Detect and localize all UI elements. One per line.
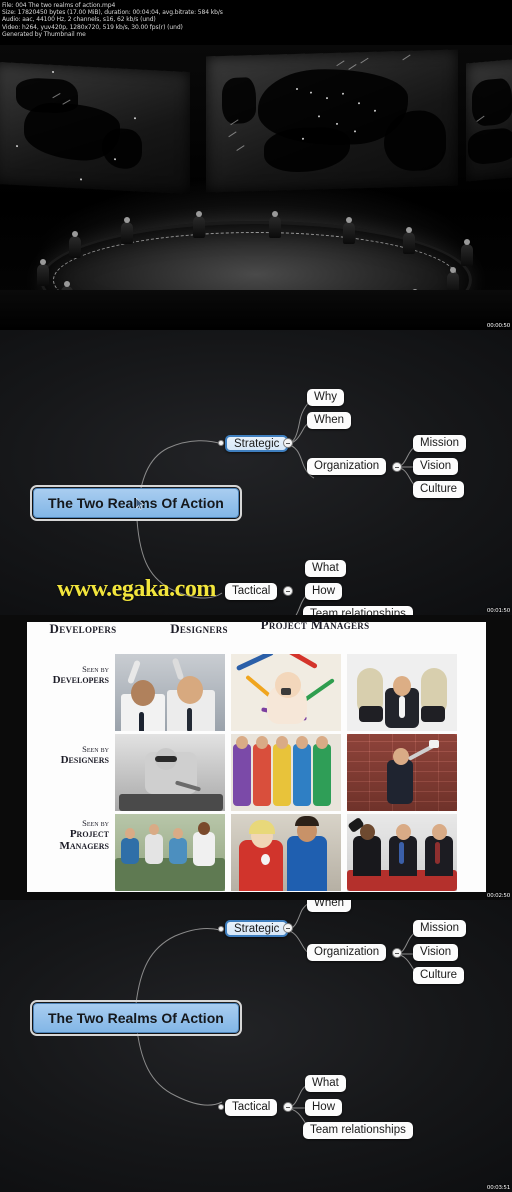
node-tactical[interactable]: Tactical bbox=[225, 583, 278, 600]
node-team-relationships[interactable]: Team relationships bbox=[303, 1122, 413, 1139]
war-room-photo bbox=[0, 45, 512, 330]
meme-cell-r1c1 bbox=[115, 654, 225, 731]
meme-cell-r3c1 bbox=[115, 814, 225, 891]
node-organization[interactable]: Organization bbox=[307, 458, 387, 475]
collapse-toggle-organization[interactable] bbox=[392, 462, 402, 472]
meme-row-header-small-1: Seen by bbox=[82, 664, 109, 674]
meme-row-header-main-2: Designers bbox=[60, 754, 109, 766]
node-mission[interactable]: Mission bbox=[413, 920, 466, 937]
node-vision[interactable]: Vision bbox=[413, 458, 459, 475]
node-strategic[interactable]: Strategic bbox=[225, 435, 289, 452]
collapse-toggle-strategic[interactable] bbox=[283, 438, 293, 448]
meme-cell-r2c3 bbox=[347, 734, 457, 811]
map-screen-right bbox=[466, 58, 512, 182]
node-culture[interactable]: Culture bbox=[413, 481, 465, 498]
node-tactical[interactable]: Tactical bbox=[225, 1099, 278, 1116]
node-how[interactable]: How bbox=[305, 1099, 343, 1116]
metadata-line-video: Video: h264, yuv420p, 1280x720, 519 kb/s… bbox=[2, 23, 183, 31]
war-room-floor bbox=[0, 290, 512, 330]
collapse-toggle-tactical[interactable] bbox=[283, 1102, 293, 1112]
node-what[interactable]: What bbox=[305, 560, 346, 577]
meme-cell-r3c3 bbox=[347, 814, 457, 891]
collapse-toggle-organization[interactable] bbox=[392, 948, 402, 958]
collapse-toggle-strategic[interactable] bbox=[283, 923, 293, 933]
collapse-toggle-tactical[interactable] bbox=[283, 586, 293, 596]
node-culture[interactable]: Culture bbox=[413, 967, 465, 984]
meme-row-header-developers: Seen by Developers bbox=[27, 664, 113, 686]
node-center-the-two-realms-of-action[interactable]: The Two Realms Of Action bbox=[30, 1000, 242, 1036]
node-when[interactable]: When bbox=[307, 412, 352, 429]
node-why[interactable]: Why bbox=[307, 389, 344, 406]
meme-row-header-small-2: Seen by bbox=[82, 744, 109, 754]
meme-row-header-designers: Seen by Designers bbox=[27, 744, 113, 766]
meme-cell-r2c1 bbox=[115, 734, 225, 811]
video-metadata-header: File: 004 The two realms of action.mp4 S… bbox=[0, 0, 512, 45]
meme-cell-r2c2 bbox=[231, 734, 341, 811]
metadata-line-file: File: 004 The two realms of action.mp4 bbox=[2, 2, 116, 9]
node-when[interactable]: When bbox=[307, 900, 352, 912]
meme-comparison-card: Developers Designers Project Managers Se… bbox=[27, 618, 486, 892]
video-frame-3: Developers Designers Project Managers Se… bbox=[0, 615, 512, 900]
node-vision[interactable]: Vision bbox=[413, 944, 459, 961]
node-mission[interactable]: Mission bbox=[413, 435, 466, 452]
meme-cell-r1c2 bbox=[231, 654, 341, 731]
mindmap-canvas[interactable]: When Strategic Organization Mission Visi… bbox=[0, 900, 512, 1192]
video-frame-4: When Strategic Organization Mission Visi… bbox=[0, 900, 512, 1192]
frame-timestamp: 00:03:51 bbox=[486, 1185, 510, 1191]
meme-row-header-main-1: Developers bbox=[52, 674, 109, 686]
node-what[interactable]: What bbox=[305, 1075, 346, 1092]
frame-timestamp: 00:00:50 bbox=[486, 323, 510, 329]
map-screen-center bbox=[206, 49, 458, 193]
bullet-strategic[interactable] bbox=[218, 926, 224, 932]
node-team-relationships[interactable]: Team relationships bbox=[303, 606, 413, 615]
video-frame-1: 00:00:50 bbox=[0, 45, 512, 330]
meme-row-header-main-3: Project Managers bbox=[59, 828, 110, 852]
thumbnail-contact-sheet: File: 004 The two realms of action.mp4 S… bbox=[0, 0, 512, 1192]
frame-timestamp: 00:02:50 bbox=[486, 893, 510, 899]
metadata-line-size: Size: 17820450 bytes (17.00 MiB), durati… bbox=[2, 9, 223, 17]
mindmap-canvas[interactable]: Strategic Why When Organization Mission … bbox=[0, 330, 512, 615]
meme-cell-r3c2 bbox=[231, 814, 341, 891]
meme-row-header-project-managers: Seen by Project Managers bbox=[27, 818, 113, 852]
bullet-tactical[interactable] bbox=[218, 1104, 224, 1110]
meme-cell-r1c3 bbox=[347, 654, 457, 731]
site-watermark: www.egaka.com bbox=[57, 576, 216, 602]
metadata-line-generator: Generated by Thumbnail me bbox=[2, 30, 86, 38]
node-organization[interactable]: Organization bbox=[307, 944, 387, 961]
bullet-strategic[interactable] bbox=[218, 440, 224, 446]
frame-timestamp: 00:01:50 bbox=[486, 608, 510, 614]
meme-image-grid bbox=[115, 628, 465, 891]
map-screen-left bbox=[0, 61, 190, 195]
node-strategic[interactable]: Strategic bbox=[225, 920, 289, 937]
metadata-line-audio: Audio: aac, 44100 Hz, 2 channels, s16, 6… bbox=[2, 16, 156, 24]
meme-row-header-small-3: Seen by bbox=[82, 818, 109, 828]
video-frame-2: Strategic Why When Organization Mission … bbox=[0, 330, 512, 615]
node-how[interactable]: How bbox=[305, 583, 343, 600]
mouse-cursor-icon bbox=[136, 498, 144, 510]
